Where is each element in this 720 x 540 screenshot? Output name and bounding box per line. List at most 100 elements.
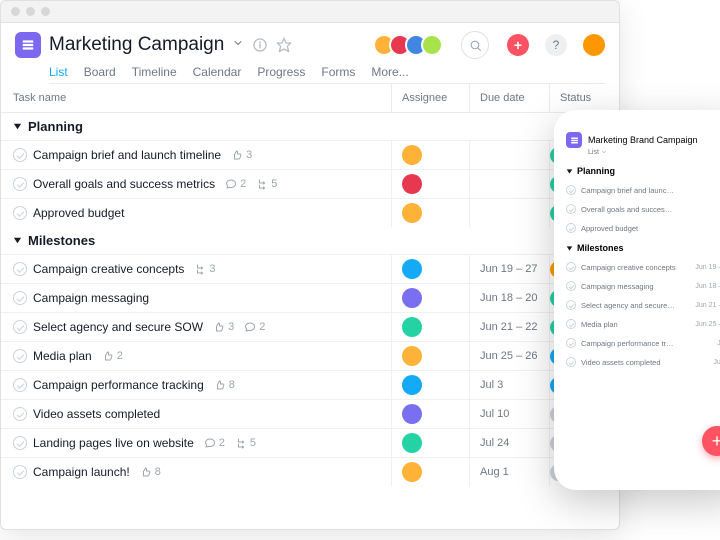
like-count[interactable]: 3 <box>213 321 234 333</box>
mobile-task-row[interactable]: Overall goals and success metrics <box>566 204 720 214</box>
user-avatar[interactable] <box>583 34 605 56</box>
complete-toggle[interactable] <box>13 436 27 450</box>
member-avatar[interactable] <box>421 34 443 56</box>
mobile-task-row[interactable]: Campaign messagingJun 18 – 20 <box>566 281 720 291</box>
complete-toggle[interactable] <box>566 281 576 291</box>
tab-forms[interactable]: Forms <box>321 65 355 79</box>
like-count[interactable]: 8 <box>140 466 161 478</box>
subtask-count[interactable]: 5 <box>256 178 277 190</box>
comment-count[interactable]: 2 <box>244 321 265 333</box>
col-duedate[interactable]: Due date <box>469 84 549 112</box>
due-date[interactable] <box>469 141 549 169</box>
complete-toggle[interactable] <box>566 204 576 214</box>
due-date[interactable]: Jul 10 <box>469 400 549 428</box>
mobile-task-row[interactable]: Video assets completedJul 10 <box>566 357 720 367</box>
mobile-task-row[interactable]: Select agency and secure SOWJun 21 – 22 <box>566 300 720 310</box>
assignee-avatar[interactable] <box>402 174 422 194</box>
assignee-avatar[interactable] <box>402 404 422 424</box>
comment-count[interactable]: 2 <box>225 178 246 190</box>
assignee-avatar[interactable] <box>402 288 422 308</box>
task-row[interactable]: Landing pages live on website 2 5Jul 24N… <box>1 428 619 457</box>
like-count[interactable]: 8 <box>214 379 235 391</box>
complete-toggle[interactable] <box>13 465 27 479</box>
task-row[interactable]: Video assets completedJul 10Not started <box>1 399 619 428</box>
complete-toggle[interactable] <box>566 357 576 367</box>
col-assignee[interactable]: Assignee <box>391 84 469 112</box>
assignee-avatar[interactable] <box>402 145 422 165</box>
tab-calendar[interactable]: Calendar <box>193 65 242 79</box>
task-row[interactable]: Approved budgetApproved <box>1 198 619 227</box>
complete-toggle[interactable] <box>566 319 576 329</box>
due-date[interactable] <box>469 170 549 198</box>
chevron-down-icon[interactable] <box>232 36 244 54</box>
star-icon[interactable] <box>276 37 292 53</box>
tab-timeline[interactable]: Timeline <box>132 65 177 79</box>
tab-more[interactable]: More... <box>371 65 408 79</box>
mobile-add-fab[interactable]: + <box>702 426 720 456</box>
complete-toggle[interactable] <box>13 148 27 162</box>
assignee-avatar[interactable] <box>402 462 422 482</box>
task-row[interactable]: Overall goals and success metrics 2 5App… <box>1 169 619 198</box>
info-icon[interactable] <box>252 37 268 53</box>
tab-board[interactable]: Board <box>84 65 116 79</box>
traffic-light-min[interactable] <box>26 7 35 16</box>
col-taskname[interactable]: Task name <box>1 84 391 112</box>
task-row[interactable]: Select agency and secure SOW 3 2Jun 21 –… <box>1 312 619 341</box>
task-row[interactable]: Media plan 2Jun 25 – 26In progress <box>1 341 619 370</box>
due-date[interactable]: Jun 21 – 22 <box>469 313 549 341</box>
assignee-avatar[interactable] <box>402 317 422 337</box>
traffic-light-close[interactable] <box>11 7 20 16</box>
complete-toggle[interactable] <box>13 262 27 276</box>
complete-toggle[interactable] <box>566 223 576 233</box>
task-row[interactable]: Campaign messagingJun 18 – 20Approved <box>1 283 619 312</box>
due-date[interactable]: Aug 1 <box>469 458 549 486</box>
complete-toggle[interactable] <box>13 320 27 334</box>
section-header[interactable]: Planning <box>1 113 619 140</box>
due-date[interactable]: Jun 18 – 20 <box>469 284 549 312</box>
section-header[interactable]: Milestones <box>1 227 619 254</box>
col-status[interactable]: Status <box>549 84 619 112</box>
due-date[interactable]: Jun 19 – 27 <box>469 255 549 283</box>
complete-toggle[interactable] <box>13 378 27 392</box>
mobile-subtitle[interactable]: List <box>588 149 720 156</box>
complete-toggle[interactable] <box>13 349 27 363</box>
complete-toggle[interactable] <box>13 206 27 220</box>
mobile-task-row[interactable]: Media planJun 25 – 26 <box>566 319 720 329</box>
task-row[interactable]: Campaign creative concepts 3Jun 19 – 27I… <box>1 254 619 283</box>
complete-toggle[interactable] <box>566 338 576 348</box>
mobile-task-row[interactable]: Campaign performance trackingJul 3 <box>566 338 720 348</box>
due-date[interactable]: Jul 24 <box>469 429 549 457</box>
assignee-avatar[interactable] <box>402 433 422 453</box>
project-icon[interactable] <box>15 32 41 58</box>
task-row[interactable]: Campaign brief and launch timeline 3Appr… <box>1 140 619 169</box>
member-avatars[interactable] <box>379 34 443 56</box>
complete-toggle[interactable] <box>566 300 576 310</box>
mobile-task-row[interactable]: Campaign creative conceptsJun 19 – 27 <box>566 262 720 272</box>
tab-list[interactable]: List <box>49 65 68 79</box>
complete-toggle[interactable] <box>13 407 27 421</box>
complete-toggle[interactable] <box>13 177 27 191</box>
mobile-section-header[interactable]: Milestones <box>566 243 720 253</box>
project-title[interactable]: Marketing Campaign <box>49 34 224 56</box>
task-row[interactable]: Campaign launch! 8Aug 1Not started <box>1 457 619 486</box>
comment-count[interactable]: 2 <box>204 437 225 449</box>
mobile-section-header[interactable]: Planning <box>566 166 720 176</box>
assignee-avatar[interactable] <box>402 375 422 395</box>
help-button[interactable]: ? <box>545 34 567 56</box>
search-button[interactable] <box>461 31 489 59</box>
complete-toggle[interactable] <box>566 185 576 195</box>
assignee-avatar[interactable] <box>402 259 422 279</box>
assignee-avatar[interactable] <box>402 346 422 366</box>
tab-progress[interactable]: Progress <box>257 65 305 79</box>
assignee-avatar[interactable] <box>402 203 422 223</box>
subtask-count[interactable]: 5 <box>235 437 256 449</box>
like-count[interactable]: 3 <box>231 149 252 161</box>
task-row[interactable]: Campaign performance tracking 8Jul 3In p… <box>1 370 619 399</box>
due-date[interactable]: Jun 25 – 26 <box>469 342 549 370</box>
complete-toggle[interactable] <box>13 291 27 305</box>
traffic-light-max[interactable] <box>41 7 50 16</box>
mobile-task-row[interactable]: Campaign brief and launch timeline <box>566 185 720 195</box>
due-date[interactable]: Jul 3 <box>469 371 549 399</box>
subtask-count[interactable]: 3 <box>194 263 215 275</box>
add-button[interactable]: + <box>507 34 529 56</box>
